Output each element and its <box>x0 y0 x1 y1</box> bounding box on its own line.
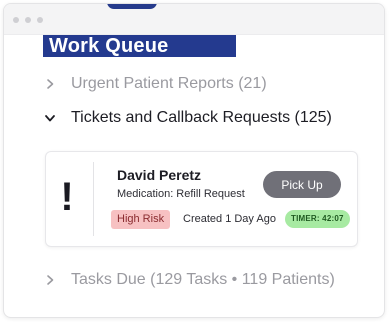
section-tasks-due[interactable]: Tasks Due (129 Tasks • 119 Patients) <box>43 271 335 289</box>
window-dot-minimize[interactable] <box>25 17 31 23</box>
ticket-type: Medication: Refill Request <box>117 188 245 200</box>
window-controls <box>13 17 43 23</box>
pick-up-button[interactable]: Pick Up <box>263 171 341 198</box>
card-divider <box>93 162 94 236</box>
patient-name: David Peretz <box>117 167 202 183</box>
section-urgent-patient-reports[interactable]: Urgent Patient Reports (21) <box>43 75 267 93</box>
section-tickets-callback-requests[interactable]: Tickets and Callback Requests (125) <box>43 109 332 127</box>
window-dot-close[interactable] <box>13 17 19 23</box>
ticket-card[interactable]: ! David Peretz Medication: Refill Reques… <box>45 151 358 247</box>
window-titlebar <box>4 4 384 35</box>
section-label: Tickets and Callback Requests (125) <box>71 109 332 126</box>
chevron-right-icon <box>47 275 54 285</box>
alert-icon: ! <box>60 175 74 219</box>
timer-badge: TIMER: 42:07 <box>285 210 350 228</box>
section-label: Tasks Due (129 Tasks • 119 Patients) <box>71 271 335 288</box>
chevron-down-icon <box>45 115 55 122</box>
created-timestamp: Created 1 Day Ago <box>183 213 276 225</box>
chevron-right-icon <box>47 79 54 89</box>
page-title: Work Queue <box>43 35 236 57</box>
section-label: Urgent Patient Reports (21) <box>71 75 267 92</box>
risk-badge: High Risk <box>111 210 171 229</box>
window-dot-maximize[interactable] <box>37 17 43 23</box>
top-accent-tab <box>107 4 157 9</box>
